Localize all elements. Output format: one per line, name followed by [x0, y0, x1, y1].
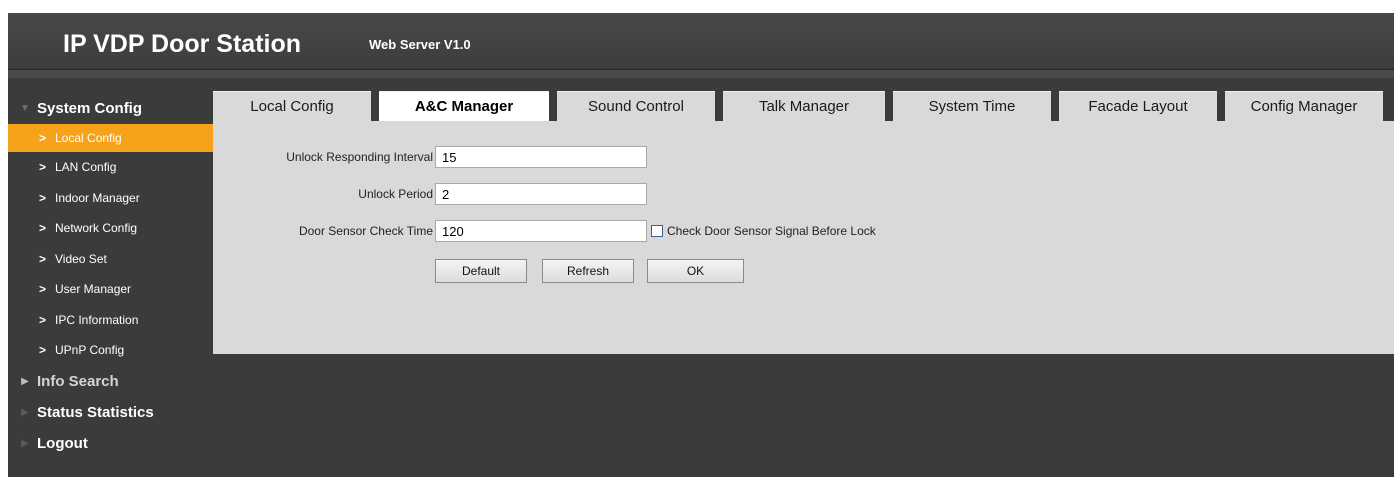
chevron-right-icon: >: [39, 251, 47, 266]
triangle-down-icon: ▼: [20, 103, 30, 114]
app-title: IP VDP Door Station: [63, 30, 302, 58]
nav-group-label: Logout: [37, 434, 88, 452]
sidebar-item-upnp-config[interactable]: > UPnP Config: [8, 335, 213, 366]
chevron-right-icon: >: [39, 190, 47, 205]
unlock-interval-input[interactable]: [435, 146, 647, 168]
sidebar-item-user-manager[interactable]: > User Manager: [8, 274, 213, 305]
triangle-right-icon: ▶: [21, 375, 29, 387]
tab-sound-control[interactable]: Sound Control: [557, 91, 715, 121]
sidebar: ▼ System Config > Local Config > LAN Con…: [8, 93, 213, 459]
sidebar-item-video-set[interactable]: > Video Set: [8, 244, 213, 275]
tab-facade-layout[interactable]: Facade Layout: [1059, 91, 1217, 121]
chevron-right-icon: >: [39, 160, 47, 174]
nav-group-label: Status Statistics: [37, 403, 154, 421]
nav-group-label: Info Search: [37, 372, 119, 390]
header: IP VDP Door Station Web Server V1.0: [8, 13, 1394, 70]
sidebar-item-label: Indoor Manager: [55, 190, 140, 205]
triangle-right-icon: ▶: [21, 437, 29, 449]
nav-group-label: System Config: [37, 100, 143, 117]
unlock-period-input[interactable]: [435, 183, 647, 205]
chevron-right-icon: >: [39, 282, 47, 296]
nav-group-info-search[interactable]: ▶ Info Search: [8, 366, 213, 397]
unlock-interval-label: Unlock Responding Interval: [286, 150, 433, 164]
door-sensor-time-label: Door Sensor Check Time: [298, 224, 433, 238]
default-button[interactable]: Default: [435, 259, 527, 283]
sidebar-item-label: IPC Information: [55, 312, 139, 327]
sidebar-item-label: UPnP Config: [55, 343, 125, 357]
unlock-period-label: Unlock Period: [358, 187, 433, 201]
tab-local-config[interactable]: Local Config: [213, 91, 371, 121]
chevron-right-icon: >: [39, 312, 47, 327]
ok-button[interactable]: OK: [647, 259, 744, 283]
content-panel: Unlock Responding Interval Unlock Period…: [213, 121, 1394, 354]
app-window: IP VDP Door Station Web Server V1.0 ▼ Sy…: [8, 13, 1394, 477]
nav-group-system-config[interactable]: ▼ System Config: [8, 93, 213, 124]
sidebar-item-network-config[interactable]: > Network Config: [8, 213, 213, 244]
check-door-sensor-label: Check Door Sensor Signal Before Lock: [667, 224, 876, 238]
tab-system-time[interactable]: System Time: [893, 91, 1051, 121]
tab-config-manager[interactable]: Config Manager: [1225, 91, 1383, 121]
sidebar-item-lan-config[interactable]: > LAN Config: [8, 152, 213, 183]
chevron-right-icon: >: [39, 131, 47, 145]
tab-talk-manager[interactable]: Talk Manager: [723, 91, 885, 121]
sidebar-item-label: Network Config: [55, 221, 138, 235]
sidebar-item-label: LAN Config: [55, 160, 117, 174]
sidebar-item-local-config[interactable]: > Local Config: [8, 124, 213, 152]
app-subtitle: Web Server V1.0: [369, 37, 471, 52]
tab-ac-manager[interactable]: A&C Manager: [379, 91, 549, 121]
sidebar-item-label: Local Config: [55, 131, 122, 145]
triangle-right-icon: ▶: [21, 406, 29, 418]
check-door-sensor-checkbox[interactable]: [651, 225, 663, 237]
nav-group-logout[interactable]: ▶ Logout: [8, 428, 213, 459]
chevron-right-icon: >: [39, 221, 47, 235]
nav-group-status-statistics[interactable]: ▶ Status Statistics: [8, 397, 213, 428]
sidebar-item-indoor-manager[interactable]: > Indoor Manager: [8, 183, 213, 214]
door-sensor-time-input[interactable]: [435, 220, 647, 242]
sidebar-item-label: User Manager: [55, 282, 132, 296]
tab-bar: Local Config A&C Manager Sound Control T…: [213, 91, 1394, 121]
sidebar-item-ipc-information[interactable]: > IPC Information: [8, 305, 213, 336]
refresh-button[interactable]: Refresh: [542, 259, 634, 283]
sidebar-item-label: Video Set: [55, 251, 107, 266]
header-divider: [8, 70, 1394, 78]
chevron-right-icon: >: [39, 343, 47, 357]
